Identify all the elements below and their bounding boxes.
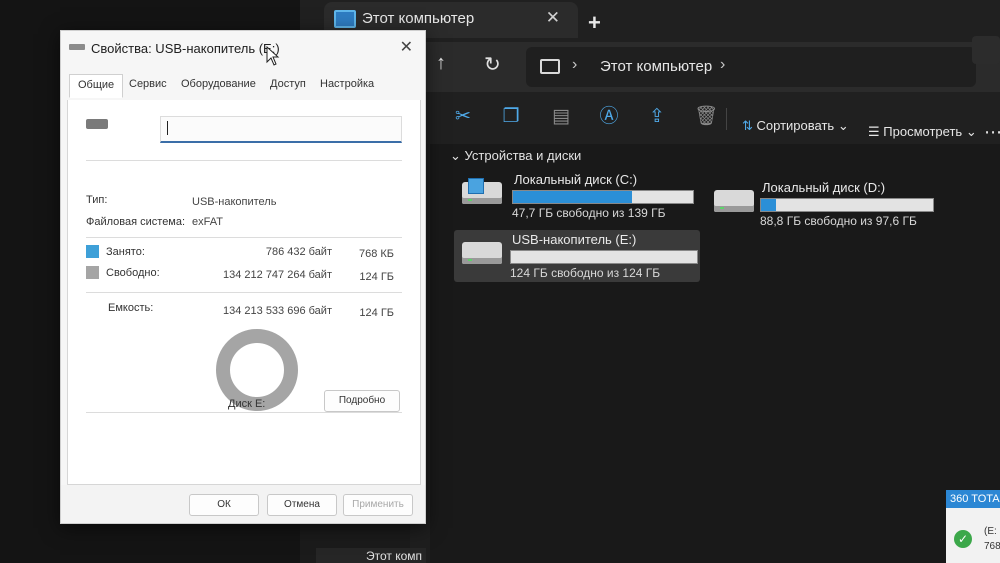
content-area: ⌄ Устройства и диски Локальный диск (C:)… — [430, 144, 1000, 563]
used-bytes: 786 432 байт — [265, 246, 332, 258]
view-label: Просмотреть — [883, 124, 963, 139]
notification-text: (E: 768 — [984, 526, 1000, 552]
chevron-down-icon: ⌄ — [965, 124, 977, 139]
free-bytes: 134 212 747 264 байт — [223, 269, 332, 281]
taskbar-this-pc[interactable]: Этот комп — [316, 548, 426, 563]
drive-usage-bar — [512, 190, 694, 204]
windows-icon — [468, 178, 484, 194]
close-tab-icon[interactable]: ✕ — [546, 8, 560, 28]
drive-name: Локальный диск (C:) — [514, 172, 638, 187]
cancel-button[interactable]: Отмена — [267, 494, 337, 516]
search-box[interactable] — [972, 36, 1000, 64]
sort-label: Сортировать — [756, 118, 835, 133]
drive-d[interactable]: Локальный диск (D:) 88,8 ГБ свободно из … — [706, 178, 946, 230]
tab-hardware[interactable]: Оборудование — [181, 78, 256, 90]
breadcrumb[interactable]: Этот компьютер — [600, 58, 712, 75]
drive-free-space: 47,7 ГБ свободно из 139 ГБ — [512, 206, 666, 220]
delete-icon[interactable]: 🗑 — [694, 106, 718, 128]
disk-label: Диск E: — [228, 398, 266, 410]
free-color-swatch — [86, 266, 99, 279]
tab-label: Этот компьютер — [362, 10, 475, 27]
usb-drive-icon — [462, 242, 502, 264]
dialog-footer: ОК Отмена Применить — [61, 485, 425, 523]
free-size: 124 ГБ — [359, 271, 394, 283]
tab-strip: Общие Сервис Оборудование Доступ Настрой… — [67, 74, 419, 101]
chevron-down-icon: ⌄ — [450, 148, 461, 163]
up-arrow-icon[interactable]: ↑ — [436, 52, 446, 75]
apply-button[interactable]: Применить — [343, 494, 413, 516]
notification-toast[interactable]: 360 TOTAL ✓ (E: 768 — [946, 490, 1000, 563]
filesystem-label: Файловая система: — [86, 216, 186, 228]
paste-icon[interactable]: ▤ — [550, 106, 572, 128]
copy-icon[interactable]: ❐ — [500, 106, 522, 128]
volume-label-input[interactable] — [160, 116, 402, 143]
drive-name: Локальный диск (D:) — [762, 180, 886, 195]
type-value: USB-накопитель — [192, 196, 277, 208]
divider — [86, 412, 402, 413]
type-label: Тип: — [86, 194, 108, 206]
drive-usage-bar — [510, 250, 698, 264]
sort-button[interactable]: ⇅ Сортировать ⌄ — [742, 118, 849, 134]
share-icon[interactable]: ⇪ — [646, 106, 668, 128]
divider — [86, 292, 402, 293]
drive-usage-fill — [513, 191, 632, 203]
new-tab-button[interactable]: + — [588, 12, 601, 34]
drive-c[interactable]: Локальный диск (C:) 47,7 ГБ свободно из … — [454, 170, 694, 222]
taskbar-label: Этот комп — [366, 549, 423, 563]
toolbar-divider — [726, 108, 727, 130]
drive-usage-fill — [761, 199, 777, 211]
general-tab-panel: Тип: USB-накопитель Файловая система: ex… — [67, 100, 421, 485]
devices-section-header[interactable]: ⌄ Устройства и диски — [450, 148, 581, 164]
rename-icon[interactable]: Ⓐ — [598, 106, 620, 128]
used-label: Занято: — [106, 246, 145, 258]
close-icon[interactable]: ✕ — [400, 37, 413, 57]
view-icon: ☰ — [868, 124, 880, 139]
section-title: Устройства и диски — [464, 148, 582, 163]
chevron-down-icon: ⌄ — [837, 118, 849, 133]
check-icon: ✓ — [954, 530, 972, 548]
chevron-right-icon[interactable]: › — [720, 56, 725, 74]
hard-drive-icon — [462, 178, 502, 204]
tab-customize[interactable]: Настройка — [320, 78, 374, 90]
tab-tools[interactable]: Сервис — [129, 78, 167, 90]
free-label: Свободно: — [106, 267, 160, 279]
capacity-bytes: 134 213 533 696 байт — [223, 305, 332, 317]
sort-icon: ⇅ — [742, 118, 753, 133]
drive-usage-bar — [760, 198, 934, 212]
drive-free-space: 124 ГБ свободно из 124 ГБ — [510, 266, 661, 280]
tab-general[interactable]: Общие — [69, 74, 124, 98]
capacity-size: 124 ГБ — [359, 307, 394, 319]
drive-name: USB-накопитель (E:) — [512, 232, 637, 247]
chevron-right-icon[interactable]: › — [572, 56, 577, 74]
ok-button[interactable]: ОК — [189, 494, 259, 516]
divider — [86, 160, 402, 161]
filesystem-value: exFAT — [192, 216, 223, 228]
refresh-icon[interactable]: ↻ — [484, 52, 501, 77]
used-color-swatch — [86, 245, 99, 258]
view-button[interactable]: ☰ Просмотреть ⌄ — [868, 124, 977, 140]
address-bar[interactable]: › Этот компьютер › — [526, 47, 976, 87]
computer-icon — [334, 10, 356, 28]
mouse-pointer-icon — [266, 46, 280, 66]
details-button[interactable]: Подробно — [324, 390, 400, 412]
properties-dialog: Свойства: USB-накопитель (E:) ✕ Общие Се… — [60, 30, 426, 524]
drive-free-space: 88,8 ГБ свободно из 97,6 ГБ — [760, 214, 917, 228]
divider — [86, 237, 402, 238]
computer-icon — [540, 59, 560, 74]
more-options-icon[interactable]: ⋯ — [984, 122, 1000, 143]
dialog-title: Свойства: USB-накопитель (E:) — [91, 41, 280, 56]
drive-icon — [69, 44, 85, 50]
cut-icon[interactable]: ✂ — [452, 106, 474, 128]
drive-icon — [86, 119, 108, 129]
tab-sharing[interactable]: Доступ — [270, 78, 306, 90]
capacity-label: Емкость: — [108, 302, 154, 314]
used-size: 768 КБ — [358, 248, 394, 260]
hard-drive-icon — [714, 190, 754, 212]
drive-e[interactable]: USB-накопитель (E:) 124 ГБ свободно из 1… — [454, 230, 700, 282]
notification-header: 360 TOTAL — [946, 490, 1000, 508]
